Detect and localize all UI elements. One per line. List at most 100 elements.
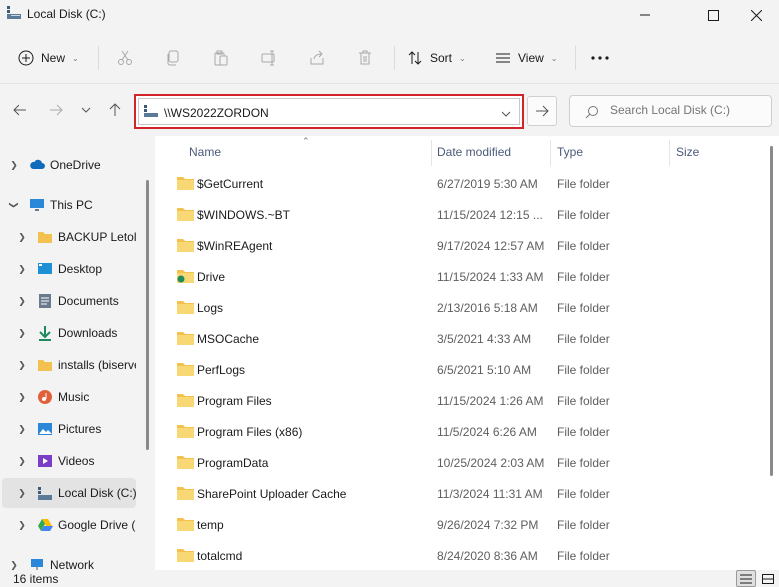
details-view-icon bbox=[740, 574, 752, 583]
cut-button[interactable] bbox=[110, 43, 140, 73]
sidebar-item-documents[interactable]: ❯ Documents bbox=[2, 286, 136, 316]
file-list-scrollbar[interactable] bbox=[770, 146, 773, 476]
column-divider[interactable] bbox=[431, 140, 432, 166]
sidebar-item-onedrive[interactable]: ❯ OneDrive bbox=[2, 150, 136, 180]
chevron-right-icon[interactable]: ❯ bbox=[17, 456, 27, 466]
delete-button[interactable] bbox=[350, 43, 380, 73]
column-date-modified[interactable]: Date modified bbox=[437, 145, 511, 159]
minimize-button[interactable] bbox=[622, 0, 668, 30]
sidebar-item-label: Downloads bbox=[58, 326, 118, 340]
table-row[interactable]: Program Files 11/15/2024 1:26 AM File fold… bbox=[155, 385, 765, 416]
sidebar-item-network[interactable]: ❯ Network bbox=[2, 550, 136, 570]
chevron-right-icon[interactable]: ❯ bbox=[17, 424, 27, 434]
file-list: ⌃ Name Date modified Type Size $GetCurre… bbox=[155, 136, 779, 570]
share-button[interactable] bbox=[302, 43, 332, 73]
sidebar-item-local-disk[interactable]: ❯ Local Disk (C:) bbox=[2, 478, 136, 508]
tiles-view-button[interactable] bbox=[758, 570, 778, 587]
chevron-down-icon bbox=[81, 107, 91, 113]
copy-button[interactable] bbox=[158, 43, 188, 73]
sidebar-item-installs[interactable]: ❯ installs (biserve bbox=[2, 350, 136, 380]
folder-icon bbox=[38, 232, 52, 243]
table-row[interactable]: $WinREAgent 9/17/2024 12:57 AM File folder bbox=[155, 230, 765, 261]
table-row[interactable]: Drive 11/15/2024 1:33 AM File folder bbox=[155, 261, 765, 292]
table-row[interactable]: $GetCurrent 6/27/2019 5:30 AM File folder bbox=[155, 168, 765, 199]
chevron-right-icon[interactable]: ❯ bbox=[17, 296, 27, 306]
search-input[interactable] bbox=[610, 103, 765, 117]
chevron-down-icon[interactable]: ❯ bbox=[9, 200, 20, 210]
arrow-up-icon bbox=[109, 103, 121, 116]
sidebar-item-backup[interactable]: ❯ BACKUP Letolte bbox=[2, 222, 136, 252]
table-row[interactable]: MSOCache 3/5/2021 4:33 AM File folder bbox=[155, 323, 765, 354]
view-label: View bbox=[518, 51, 544, 65]
paste-button[interactable] bbox=[206, 43, 236, 73]
sidebar-item-videos[interactable]: ❯ Videos bbox=[2, 446, 136, 476]
forward-button[interactable] bbox=[42, 96, 70, 124]
table-row[interactable]: $WINDOWS.~BT 11/15/2024 12:15 ... File fol… bbox=[155, 199, 765, 230]
file-date-modified: 2/13/2016 5:18 AM bbox=[437, 301, 538, 315]
up-button[interactable] bbox=[101, 96, 129, 124]
column-header: ⌃ Name Date modified Type Size bbox=[155, 136, 779, 168]
chevron-right-icon[interactable]: ❯ bbox=[9, 160, 19, 170]
table-row[interactable]: ProgramData 10/25/2024 2:03 AM File folder bbox=[155, 447, 765, 478]
file-name: $GetCurrent bbox=[197, 177, 264, 191]
chevron-right-icon[interactable]: ❯ bbox=[17, 328, 27, 338]
address-field[interactable]: \\WS2022ZORDON bbox=[138, 98, 520, 125]
sidebar-item-desktop[interactable]: ❯ Desktop bbox=[2, 254, 136, 284]
file-name: Drive bbox=[197, 270, 226, 284]
file-date-modified: 11/15/2024 12:15 ... bbox=[437, 208, 543, 222]
details-view-button[interactable] bbox=[736, 570, 756, 587]
drive-icon bbox=[7, 6, 21, 19]
file-date-modified: 6/27/2019 5:30 AM bbox=[437, 177, 538, 191]
folder-icon bbox=[177, 518, 194, 531]
table-row[interactable]: SharePoint Uploader Cache 11/3/2024 11:31… bbox=[155, 478, 765, 509]
column-size[interactable]: Size bbox=[676, 145, 699, 159]
chevron-right-icon[interactable]: ❯ bbox=[17, 392, 27, 402]
file-type: File folder bbox=[557, 208, 610, 222]
chevron-right-icon[interactable]: ❯ bbox=[17, 360, 27, 370]
sidebar-item-pictures[interactable]: ❯ Pictures bbox=[2, 414, 136, 444]
close-button[interactable] bbox=[733, 0, 779, 30]
column-divider[interactable] bbox=[550, 140, 551, 166]
rename-button[interactable] bbox=[254, 43, 284, 73]
sidebar-item-downloads[interactable]: ❯ Downloads bbox=[2, 318, 136, 348]
search-box[interactable] bbox=[569, 95, 772, 127]
folder-icon bbox=[177, 394, 194, 407]
view-button[interactable]: View ⌄ bbox=[495, 43, 558, 73]
maximize-button[interactable] bbox=[690, 0, 736, 30]
new-label: New bbox=[41, 51, 66, 65]
sidebar-item-label: Local Disk (C:) bbox=[58, 486, 136, 500]
table-row[interactable]: Logs 2/13/2016 5:18 AM File folder bbox=[155, 292, 765, 323]
address-bar[interactable]: \\WS2022ZORDON bbox=[134, 94, 524, 129]
table-row[interactable]: PerfLogs 6/5/2021 5:10 AM File folder bbox=[155, 354, 765, 385]
column-name[interactable]: Name bbox=[189, 145, 221, 159]
view-icon bbox=[496, 53, 510, 63]
recent-locations-button[interactable] bbox=[72, 96, 100, 124]
column-divider[interactable] bbox=[669, 140, 670, 166]
go-button[interactable] bbox=[527, 96, 557, 126]
table-row[interactable]: temp 9/26/2024 7:32 PM File folder bbox=[155, 509, 765, 540]
cloud-icon bbox=[30, 159, 45, 169]
new-button[interactable]: New ⌄ bbox=[18, 43, 79, 73]
more-button[interactable] bbox=[585, 43, 615, 73]
chevron-right-icon[interactable]: ❯ bbox=[17, 488, 27, 498]
column-type[interactable]: Type bbox=[557, 145, 583, 159]
cut-icon bbox=[118, 50, 132, 65]
file-type: File folder bbox=[557, 487, 610, 501]
table-row[interactable]: totalcmd 8/24/2020 8:36 AM File folder bbox=[155, 540, 765, 570]
sort-button[interactable]: Sort ⌄ bbox=[407, 43, 466, 73]
folder-icon bbox=[177, 549, 194, 562]
item-count: 16 items bbox=[13, 572, 59, 586]
sidebar-item-music[interactable]: ❯ Music bbox=[2, 382, 136, 412]
chevron-right-icon[interactable]: ❯ bbox=[9, 560, 19, 570]
chevron-right-icon[interactable]: ❯ bbox=[17, 232, 27, 242]
back-button[interactable] bbox=[6, 96, 34, 124]
sidebar-item-label: installs (biserve bbox=[58, 358, 136, 372]
table-row[interactable]: Program Files (x86) 11/5/2024 6:26 AM File… bbox=[155, 416, 765, 447]
chevron-right-icon[interactable]: ❯ bbox=[17, 520, 27, 530]
file-type: File folder bbox=[557, 270, 610, 284]
chevron-down-icon[interactable] bbox=[501, 106, 511, 122]
sidebar-item-google-drive[interactable]: ❯ Google Drive (G bbox=[2, 510, 136, 540]
sidebar-scrollbar[interactable] bbox=[146, 180, 149, 450]
chevron-right-icon[interactable]: ❯ bbox=[17, 264, 27, 274]
sidebar-item-this-pc[interactable]: ❯ This PC bbox=[2, 190, 136, 220]
